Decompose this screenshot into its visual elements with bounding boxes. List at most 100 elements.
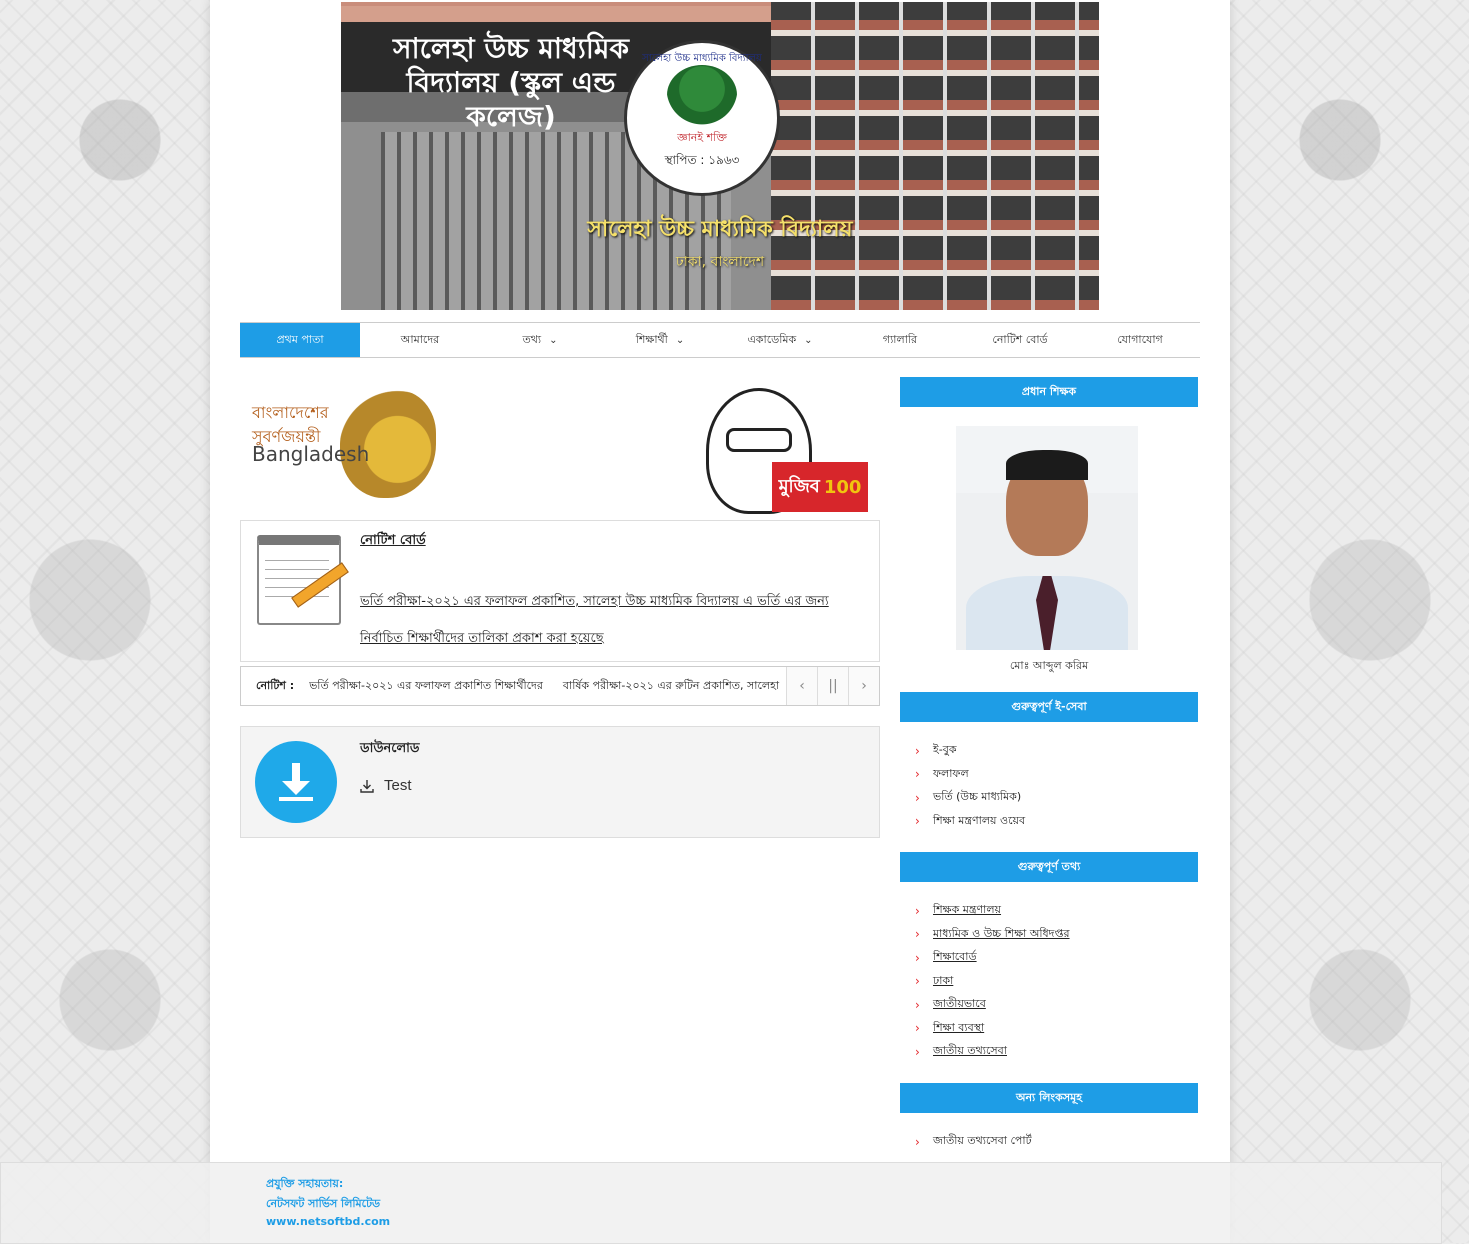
list-item[interactable]: › ভর্তি (উচ্চ মাধ্যমিক) xyxy=(915,786,1195,810)
bd50-text-1: বাংলাদেশের xyxy=(252,403,329,422)
chevron-right-icon: › xyxy=(915,1021,920,1036)
list-item[interactable]: › ই-বুক xyxy=(915,739,1195,763)
ticker-item[interactable]: বার্ষিক পরীক্ষা-২০২১ এর রুটিন প্রকাশিত, … xyxy=(563,677,779,696)
notice-board-title[interactable]: নোটিশ বোর্ড xyxy=(360,531,426,552)
chevron-right-icon: › xyxy=(915,1044,920,1059)
glasses-icon xyxy=(726,428,792,452)
list-item[interactable]: › শিক্ষা ব্যবস্থা xyxy=(915,1017,1195,1041)
headmaster-photo xyxy=(956,426,1138,650)
nav-item-info[interactable]: তথ্য ⌄ xyxy=(480,323,600,357)
chevron-right-icon: › xyxy=(915,743,920,758)
nav-item-label: যোগাযোগ xyxy=(1117,332,1163,346)
list-item-label: ফলাফল xyxy=(933,766,969,780)
nav-item-label: গ্যালারি xyxy=(882,332,918,346)
links-heading: গুরুত্বপূর্ণ তথ্য xyxy=(900,852,1198,882)
nav-item-label: আমাদের xyxy=(400,332,440,346)
footer: প্রযুক্তি সহায়তায়: নেটসফট সার্ভিস লিমি… xyxy=(0,1162,1442,1244)
ticker-label: নোটিশ : xyxy=(256,678,295,692)
list-item[interactable]: › জাতীয় তথ্যসেবা পোর্ট xyxy=(915,1130,1195,1154)
ticker-controls: ‹ || › xyxy=(786,667,879,705)
chevron-left-icon: ‹ xyxy=(799,678,805,694)
notepad-icon xyxy=(257,535,349,625)
headmaster-name: মোঃ আব্দুল করিম xyxy=(1009,659,1089,672)
list-item-label: শিক্ষা মন্ত্রণালয় ওয়েব xyxy=(933,813,1026,827)
notice-board-panel: নোটিশ বোর্ড ভর্তি পরীক্ষা-২০২১ এর ফলাফল … xyxy=(240,520,880,662)
list-item[interactable]: › জাতীয়ভাবে xyxy=(915,993,1195,1017)
page-container: সালেহা উচ্চ মাধ্যমিক বিদ্যালয় (স্কুল এন… xyxy=(210,0,1230,1243)
bd50-text-3: Bangladesh xyxy=(252,442,370,466)
nav-item-label: শিক্ষার্থী xyxy=(635,332,668,346)
nav-item-contact[interactable]: যোগাযোগ xyxy=(1080,323,1200,357)
download-small-icon xyxy=(360,779,374,793)
pause-icon: || xyxy=(828,678,838,694)
download-item-label: Test xyxy=(384,777,412,794)
mujib-100-logo: মুজিব 100 xyxy=(696,388,868,514)
logo-year: স্থাপিত : ১৯৬৩ xyxy=(664,152,740,167)
nav-item-home[interactable]: প্রথম পাতা xyxy=(240,323,360,357)
school-sign: সালেহা উচ্চ মাধ্যমিক বিদ্যালয় (স্কুল এন… xyxy=(393,32,629,133)
download-title: ডাউনলোড xyxy=(360,741,420,756)
list-item-label: মাধ্যমিক ও উচ্চ শিক্ষা অধিদপ্তর xyxy=(933,926,1070,940)
list-item[interactable]: › শিক্ষা মন্ত্রণালয় ওয়েব xyxy=(915,810,1195,834)
header-banner: সালেহা উচ্চ মাধ্যমিক বিদ্যালয় (স্কুল এন… xyxy=(341,2,1099,310)
site-title: সালেহা উচ্চ মাধ্যমিক বিদ্যালয় xyxy=(587,217,853,242)
list-item[interactable]: › শিক্ষক মন্ত্রণালয় xyxy=(915,899,1195,923)
chevron-down-icon: ⌄ xyxy=(675,334,685,346)
other-links-list: › জাতীয় তথ্যসেবা পোর্ট xyxy=(915,1130,1195,1154)
chevron-right-icon: › xyxy=(915,997,920,1012)
chevron-down-icon: ⌄ xyxy=(804,334,813,346)
download-item[interactable]: Test xyxy=(360,777,412,794)
nav-item-label: একাডেমিক xyxy=(747,332,797,346)
list-item[interactable]: › ফলাফল xyxy=(915,763,1195,787)
chevron-down-icon: ⌄ xyxy=(549,334,558,346)
eservice-heading: গুরুত্বপূর্ণ ই-সেবা xyxy=(900,692,1198,722)
list-item-label: শিক্ষক মন্ত্রণালয় xyxy=(933,903,1002,917)
mujib-badge: মুজিব 100 xyxy=(772,462,868,512)
other-links-heading: অন্য লিংকসমূহ xyxy=(900,1083,1198,1113)
logo-motto: জ্ঞানই শক্তি xyxy=(677,130,727,144)
list-item[interactable]: › ঢাকা xyxy=(915,970,1195,994)
nav-item-label: তথ্য xyxy=(522,332,542,346)
list-item-label: জাতীয়ভাবে xyxy=(933,997,986,1011)
chevron-right-icon: › xyxy=(915,927,920,942)
notice-link[interactable]: ভর্তি পরীক্ষা-২০২১ এর ফলাফল প্রকাশিত, সা… xyxy=(360,583,860,657)
ticker-items: ভর্তি পরীক্ষা-২০২১ এর ফলাফল প্রকাশিত শিক… xyxy=(309,677,804,696)
tree-icon xyxy=(667,64,737,125)
chevron-right-icon: › xyxy=(915,790,920,805)
list-item-label: ভর্তি (উচ্চ মাধ্যমিক) xyxy=(933,790,1022,804)
chevron-right-icon: › xyxy=(915,767,920,782)
nav-item-about[interactable]: আমাদের xyxy=(360,323,480,357)
notice-ticker: নোটিশ : ভর্তি পরীক্ষা-২০২১ এর ফলাফল প্রক… xyxy=(240,666,880,706)
ticker-next-button[interactable]: › xyxy=(848,667,879,705)
list-item-label: শিক্ষা ব্যবস্থা xyxy=(933,1020,985,1034)
list-item[interactable]: › মাধ্যমিক ও উচ্চ শিক্ষা অধিদপ্তর xyxy=(915,923,1195,947)
eservice-list: › ই-বুক › ফলাফল › ভর্তি (উচ্চ মাধ্যমিক) › শি… xyxy=(915,739,1195,833)
ticker-prev-button[interactable]: ‹ xyxy=(786,667,817,705)
logo-ring-text: সালেহা উচ্চ মাধ্যমিক বিদ্যালয় xyxy=(642,53,762,64)
headmaster-heading: প্রধান শিক্ষক xyxy=(900,377,1198,407)
list-item-label: জাতীয় তথ্যসেবা xyxy=(933,1044,1007,1058)
footer-website-link[interactable]: www.netsoftbd.com xyxy=(266,1215,390,1228)
mujib-badge-text: মুজিব xyxy=(778,475,820,497)
nav-item-label: প্রথম পাতা xyxy=(276,332,324,346)
list-item-label: জাতীয় তথ্যসেবা পোর্ট xyxy=(933,1134,1032,1148)
nav-item-label: নোটিশ বোর্ড xyxy=(992,332,1048,346)
mujib-badge-year: 100 xyxy=(823,476,862,498)
ticker-item[interactable]: ভর্তি পরীক্ষা-২০২১ এর ফলাফল প্রকাশিত শিক… xyxy=(309,677,543,696)
links-list: › শিক্ষক মন্ত্রণালয় › মাধ্যমিক ও উচ্চ শিক… xyxy=(915,899,1195,1064)
nav-item-academic[interactable]: একাডেমিক ⌄ xyxy=(720,323,840,357)
chevron-right-icon: › xyxy=(861,678,867,694)
ticker-pause-button[interactable]: || xyxy=(817,667,848,705)
nav-item-notice-board[interactable]: নোটিশ বোর্ড xyxy=(960,323,1080,357)
nav-item-gallery[interactable]: গ্যালারি xyxy=(840,323,960,357)
school-logo: সালেহা উচ্চ মাধ্যমিক বিদ্যালয় জ্ঞানই শক… xyxy=(624,40,780,196)
list-item[interactable]: › জাতীয় তথ্যসেবা xyxy=(915,1040,1195,1064)
list-item-label: শিক্ষাবোর্ড xyxy=(933,950,977,964)
nav-item-students[interactable]: শিক্ষার্থী ⌄ xyxy=(600,323,720,357)
list-item-label: ঢাকা xyxy=(933,973,954,987)
download-panel: ডাউনলোড Test xyxy=(240,726,880,838)
footer-company-link[interactable]: নেটসফট সার্ভিস লিমিটেড xyxy=(266,1195,380,1214)
chevron-right-icon: › xyxy=(915,1134,920,1149)
bangladesh-50-logo: বাংলাদেশের সুবর্ণজয়ন্তী Bangladesh xyxy=(250,386,440,502)
list-item[interactable]: › শিক্ষাবোর্ড xyxy=(915,946,1195,970)
